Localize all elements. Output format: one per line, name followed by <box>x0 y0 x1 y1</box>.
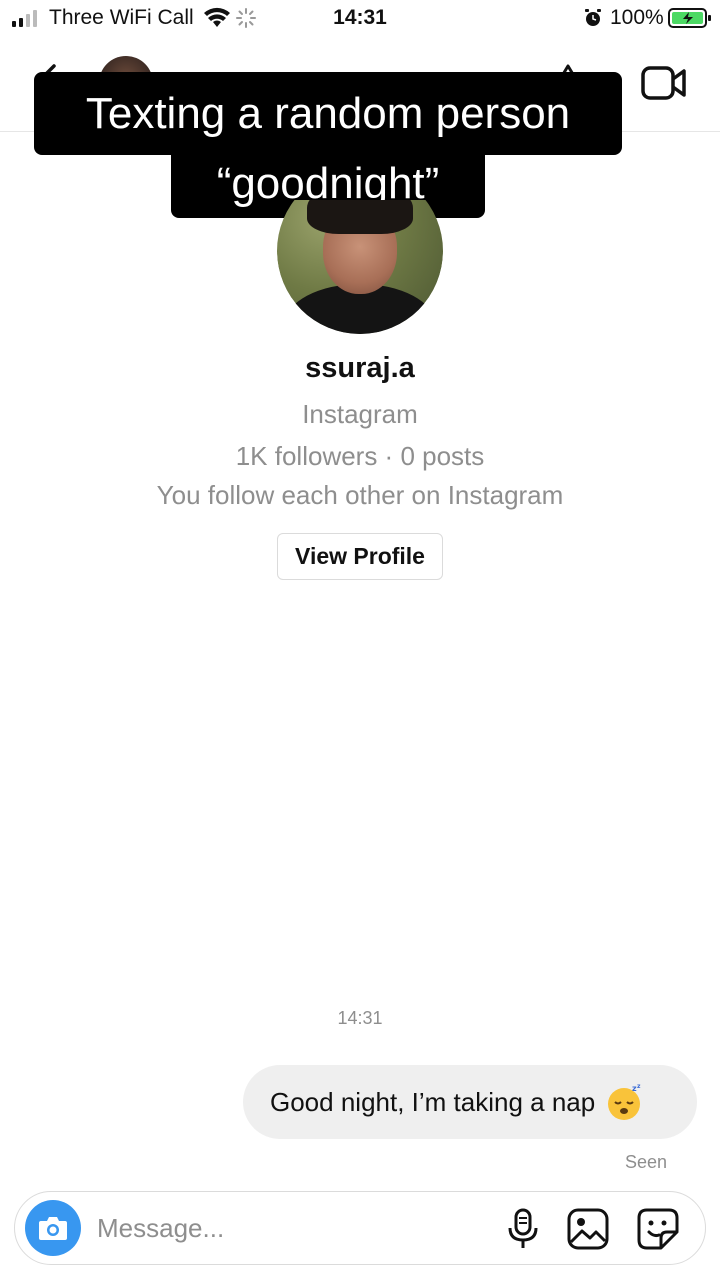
message-input[interactable] <box>97 1210 477 1246</box>
seen-indicator: Seen <box>625 1152 668 1172</box>
camera-button[interactable] <box>25 1200 81 1256</box>
message-bubble[interactable]: Good night, I’m taking a nap z z <box>243 1065 697 1139</box>
sleeping-face-emoji-icon: z z <box>608 1083 641 1120</box>
message-text: Good night, I’m taking a nap <box>270 1086 596 1117</box>
battery-charging-icon <box>668 8 711 28</box>
svg-text:z: z <box>637 1083 641 1090</box>
sticker-icon[interactable] <box>637 1208 679 1250</box>
camera-icon <box>39 1217 67 1240</box>
gallery-icon[interactable] <box>567 1208 609 1250</box>
profile-stats: 1K followers · 0 posts <box>235 441 485 471</box>
caption-line-1: Texting a random person <box>34 72 622 155</box>
message-timestamp: 14:31 <box>337 1008 383 1028</box>
microphone-icon[interactable] <box>505 1208 541 1250</box>
video-call-icon[interactable] <box>641 64 687 102</box>
message-composer <box>14 1191 706 1265</box>
profile-platform: Instagram <box>302 399 418 429</box>
battery-percentage: 100% <box>610 6 664 29</box>
status-bar: Three WiFi Call 14:31 100% <box>0 0 720 40</box>
profile-username: ssuraj.a <box>305 352 415 384</box>
alarm-icon <box>585 9 601 26</box>
profile-photo[interactable] <box>277 200 443 334</box>
view-profile-button[interactable]: View Profile <box>277 533 443 580</box>
profile-mutual-follow: You follow each other on Instagram <box>156 480 564 510</box>
